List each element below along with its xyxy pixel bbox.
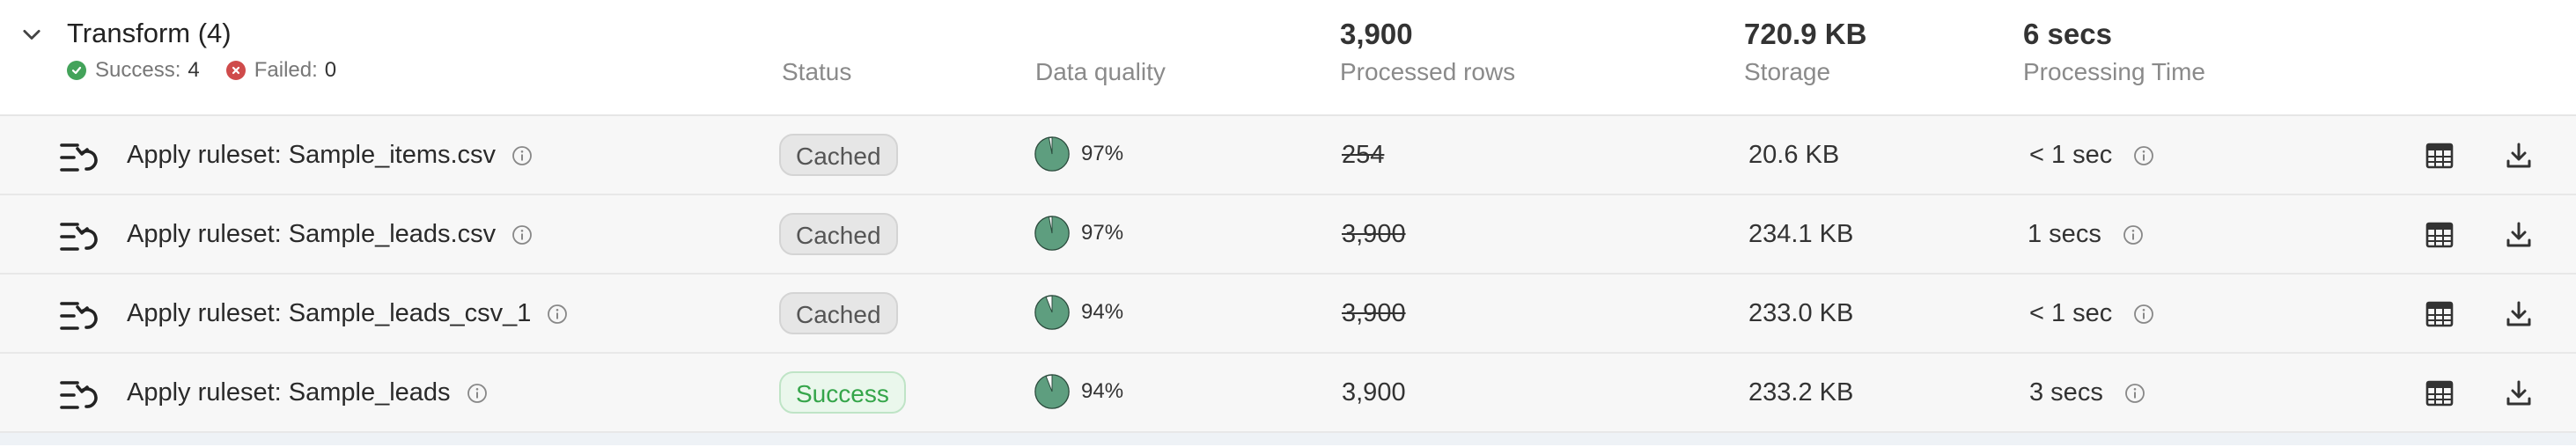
quality-value: 94%	[1081, 379, 1124, 403]
failed-label: Failed:	[254, 58, 318, 82]
storage-total: 720.9 KB	[1744, 18, 1867, 50]
column-header-processed-rows: Processed rows	[1340, 58, 1516, 85]
ruleset-icon	[60, 302, 98, 330]
processing-time-value: 3 secs	[2029, 378, 2103, 407]
table-row: Apply ruleset: Sample_leads.csv Cached 9…	[0, 195, 2576, 275]
download-icon[interactable]	[2504, 299, 2534, 329]
quality-pie	[1034, 295, 1070, 330]
transform-group-header: Transform (4) Success: 4 Failed: 0 Statu…	[0, 0, 2576, 116]
data-quality: 97%	[1034, 136, 1123, 172]
table-view-icon[interactable]	[2425, 220, 2455, 250]
processed-rows: 3,900	[1342, 378, 1406, 407]
storage-size: 233.2 KB	[1748, 378, 1854, 407]
table-row: Apply ruleset: Sample_items.csv Cached 9…	[0, 116, 2576, 195]
chevron-down-icon[interactable]	[19, 23, 44, 48]
data-quality: 94%	[1034, 294, 1123, 331]
row-name: Apply ruleset: Sample_leads	[127, 378, 488, 407]
ruleset-name: Apply ruleset: Sample_leads.csv	[127, 220, 497, 248]
download-icon[interactable]	[2504, 220, 2534, 250]
quality-pie	[1034, 136, 1070, 172]
storage-size: 20.6 KB	[1748, 141, 1840, 169]
processing-time-value: < 1 sec	[2029, 299, 2113, 327]
status-badge: Cached	[779, 213, 898, 255]
processing-time: 1 secs	[2028, 220, 2144, 249]
processed-rows: 3,900	[1342, 299, 1406, 327]
group-title: Transform (4)	[67, 18, 232, 48]
quality-value: 97%	[1081, 142, 1124, 165]
processed-rows: 254	[1342, 141, 1385, 169]
processing-time-value: < 1 sec	[2029, 141, 2113, 169]
info-icon[interactable]	[467, 383, 488, 404]
status-badge: Cached	[779, 292, 898, 334]
processing-time-value: 1 secs	[2028, 220, 2101, 248]
ruleset-name: Apply ruleset: Sample_leads_csv_1	[127, 299, 532, 327]
table-row: Apply ruleset: Sample_leads_csv_1 Cached…	[0, 275, 2576, 354]
processing-time: < 1 sec	[2029, 299, 2154, 328]
success-count: 4	[188, 58, 200, 82]
row-name: Apply ruleset: Sample_leads.csv	[127, 220, 533, 249]
table-row: Apply ruleset: Sample_leads Success 94% …	[0, 354, 2576, 433]
column-header-data-quality: Data quality	[1035, 58, 1166, 85]
data-quality: 97%	[1034, 215, 1123, 252]
quality-value: 94%	[1081, 300, 1124, 324]
download-icon[interactable]	[2504, 141, 2534, 171]
success-label: Success:	[95, 58, 181, 82]
info-icon[interactable]	[2133, 304, 2154, 325]
list-footer	[0, 433, 2576, 445]
row-name: Apply ruleset: Sample_items.csv	[127, 141, 533, 170]
row-name: Apply ruleset: Sample_leads_csv_1	[127, 299, 568, 328]
quality-pie	[1034, 374, 1070, 409]
info-icon[interactable]	[2123, 224, 2144, 245]
quality-value: 97%	[1081, 221, 1124, 245]
table-view-icon[interactable]	[2425, 378, 2455, 408]
info-icon[interactable]	[512, 224, 533, 245]
table-view-icon[interactable]	[2425, 299, 2455, 329]
processed-rows: 3,900	[1342, 220, 1406, 248]
info-icon[interactable]	[512, 145, 533, 166]
column-header-status: Status	[782, 58, 852, 85]
info-icon[interactable]	[2133, 145, 2154, 166]
quality-pie	[1034, 216, 1070, 251]
processed-rows-total: 3,900	[1340, 18, 1413, 50]
ruleset-name: Apply ruleset: Sample_items.csv	[127, 141, 497, 169]
failed-count: 0	[324, 58, 337, 82]
ruleset-name: Apply ruleset: Sample_leads	[127, 378, 451, 407]
info-icon[interactable]	[547, 304, 568, 325]
download-icon[interactable]	[2504, 378, 2534, 408]
ruleset-icon	[60, 223, 98, 251]
group-summary: Success: 4 Failed: 0	[67, 58, 336, 83]
success-check-icon	[67, 61, 86, 80]
storage-size: 233.0 KB	[1748, 299, 1854, 327]
ruleset-icon	[60, 381, 98, 409]
status-badge: Success	[779, 371, 906, 414]
column-header-processing-time: Processing Time	[2023, 58, 2205, 85]
data-quality: 94%	[1034, 373, 1123, 410]
failed-x-icon	[225, 61, 246, 80]
info-icon[interactable]	[2124, 383, 2145, 404]
table-view-icon[interactable]	[2425, 141, 2455, 171]
processing-time: < 1 sec	[2029, 141, 2154, 170]
column-header-storage: Storage	[1744, 58, 1831, 85]
processing-time-total: 6 secs	[2023, 18, 2112, 50]
ruleset-icon	[60, 143, 98, 172]
status-badge: Cached	[779, 134, 898, 176]
processing-time: 3 secs	[2029, 378, 2145, 407]
storage-size: 234.1 KB	[1748, 220, 1854, 248]
